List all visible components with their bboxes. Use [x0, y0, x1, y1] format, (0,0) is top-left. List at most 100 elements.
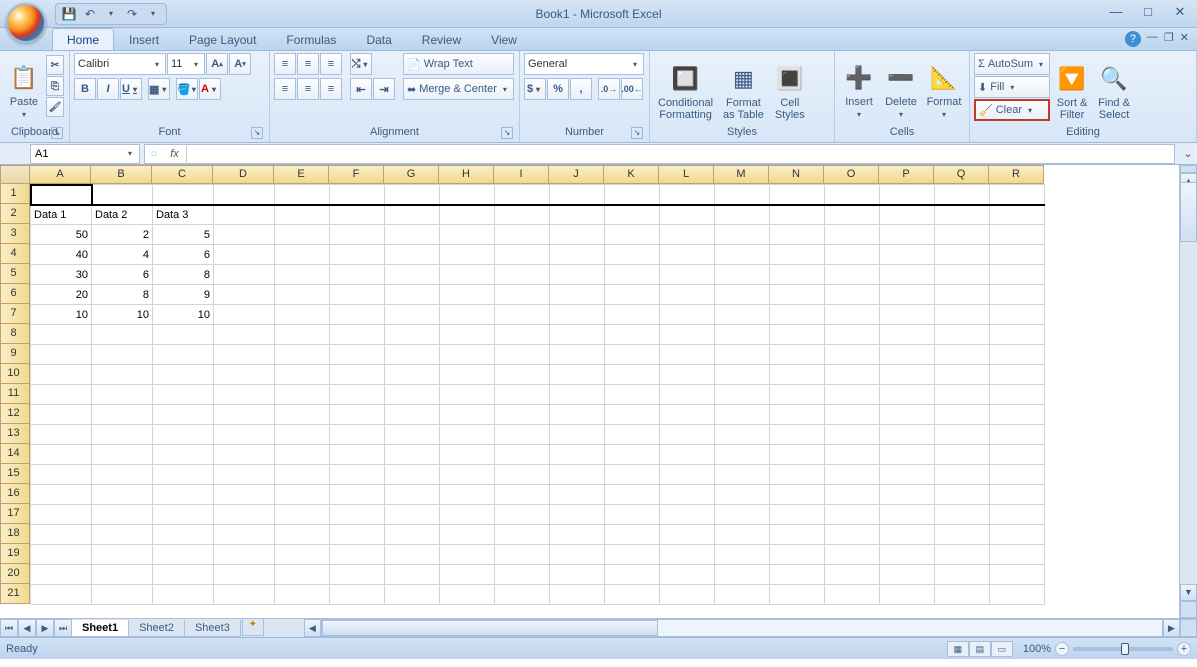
page-layout-view-button[interactable]: ▤ [969, 641, 991, 657]
cell[interactable] [550, 365, 605, 385]
cell[interactable] [330, 445, 385, 465]
cell[interactable] [31, 405, 92, 425]
cell[interactable] [715, 305, 770, 325]
cell[interactable] [550, 545, 605, 565]
column-header[interactable]: F [329, 165, 384, 184]
cell[interactable] [495, 205, 550, 225]
number-dialog-icon[interactable]: ↘ [631, 127, 643, 139]
cell[interactable] [825, 365, 880, 385]
formula-input[interactable] [187, 148, 1174, 160]
cell[interactable] [880, 365, 935, 385]
cell[interactable] [715, 565, 770, 585]
cell[interactable] [31, 545, 92, 565]
cell[interactable] [31, 425, 92, 445]
cell[interactable] [275, 545, 330, 565]
cell[interactable] [770, 245, 825, 265]
close-workbook-icon[interactable]: ✕ [1180, 31, 1189, 47]
cell[interactable] [935, 565, 990, 585]
cell[interactable] [880, 485, 935, 505]
cell[interactable]: 2 [92, 225, 153, 245]
cell[interactable] [214, 525, 275, 545]
cell[interactable] [990, 365, 1045, 385]
cell[interactable] [330, 505, 385, 525]
cell[interactable] [330, 405, 385, 425]
cell[interactable] [825, 185, 880, 205]
orientation-button[interactable]: ⤭▾ [350, 53, 372, 75]
grow-font-button[interactable]: A▴ [206, 53, 228, 75]
cut-button[interactable]: ✂ [46, 55, 64, 75]
cell[interactable] [605, 565, 660, 585]
cell[interactable] [440, 185, 495, 205]
cell[interactable] [214, 405, 275, 425]
cell[interactable] [660, 505, 715, 525]
cell[interactable] [495, 525, 550, 545]
cell[interactable] [31, 385, 92, 405]
cell[interactable] [495, 325, 550, 345]
cell[interactable] [275, 565, 330, 585]
cell[interactable] [990, 505, 1045, 525]
cell[interactable] [330, 585, 385, 605]
cell[interactable] [550, 505, 605, 525]
cell[interactable] [153, 365, 214, 385]
cell[interactable] [880, 225, 935, 245]
tab-insert[interactable]: Insert [114, 28, 174, 50]
cell[interactable] [990, 485, 1045, 505]
minimize-ribbon-icon[interactable]: — [1147, 31, 1158, 47]
italic-button[interactable]: I [97, 78, 119, 100]
cell[interactable] [715, 365, 770, 385]
cell[interactable] [935, 385, 990, 405]
cell[interactable] [660, 385, 715, 405]
cell[interactable] [990, 185, 1045, 205]
expand-formula-bar-icon[interactable]: ⌄ [1179, 147, 1197, 160]
cell[interactable] [153, 425, 214, 445]
undo-dropdown-icon[interactable]: ▾ [103, 6, 119, 22]
cell[interactable] [550, 465, 605, 485]
tab-formulas[interactable]: Formulas [271, 28, 351, 50]
column-header[interactable]: P [879, 165, 934, 184]
cell[interactable] [153, 585, 214, 605]
cell[interactable] [660, 425, 715, 445]
cell[interactable] [92, 345, 153, 365]
cell[interactable] [825, 465, 880, 485]
cell[interactable] [715, 525, 770, 545]
cell[interactable] [935, 505, 990, 525]
cell[interactable] [770, 525, 825, 545]
cell[interactable]: 20 [31, 285, 92, 305]
cell[interactable] [385, 185, 440, 205]
cell[interactable] [660, 265, 715, 285]
cell[interactable] [330, 465, 385, 485]
cell[interactable] [770, 425, 825, 445]
cell[interactable] [330, 205, 385, 225]
cell[interactable]: Data 3 [153, 205, 214, 225]
cell[interactable] [92, 325, 153, 345]
cell[interactable] [990, 325, 1045, 345]
cell[interactable] [330, 545, 385, 565]
column-header[interactable]: D [213, 165, 274, 184]
cell[interactable] [660, 345, 715, 365]
cell[interactable] [990, 265, 1045, 285]
zoom-out-button[interactable]: − [1055, 642, 1069, 656]
select-all-corner[interactable] [0, 165, 30, 184]
cell[interactable] [990, 305, 1045, 325]
cell[interactable] [935, 325, 990, 345]
row-header[interactable]: 11 [0, 384, 30, 404]
cell[interactable] [550, 225, 605, 245]
comma-button[interactable]: , [570, 78, 592, 100]
merge-center-button[interactable]: ⬌Merge & Center▾ [403, 78, 514, 100]
cell[interactable] [935, 465, 990, 485]
cell[interactable] [214, 305, 275, 325]
cell[interactable] [935, 425, 990, 445]
cell[interactable] [440, 425, 495, 445]
cell[interactable] [275, 405, 330, 425]
cell[interactable] [385, 265, 440, 285]
cell[interactable] [440, 225, 495, 245]
clipboard-dialog-icon[interactable]: ↘ [51, 127, 63, 139]
cell[interactable] [770, 265, 825, 285]
cell[interactable] [660, 465, 715, 485]
cell[interactable] [770, 485, 825, 505]
font-size-combo[interactable]: 11▾ [167, 53, 205, 75]
row-header[interactable]: 21 [0, 584, 30, 604]
cell[interactable] [605, 505, 660, 525]
cell[interactable] [880, 425, 935, 445]
cell[interactable] [550, 405, 605, 425]
